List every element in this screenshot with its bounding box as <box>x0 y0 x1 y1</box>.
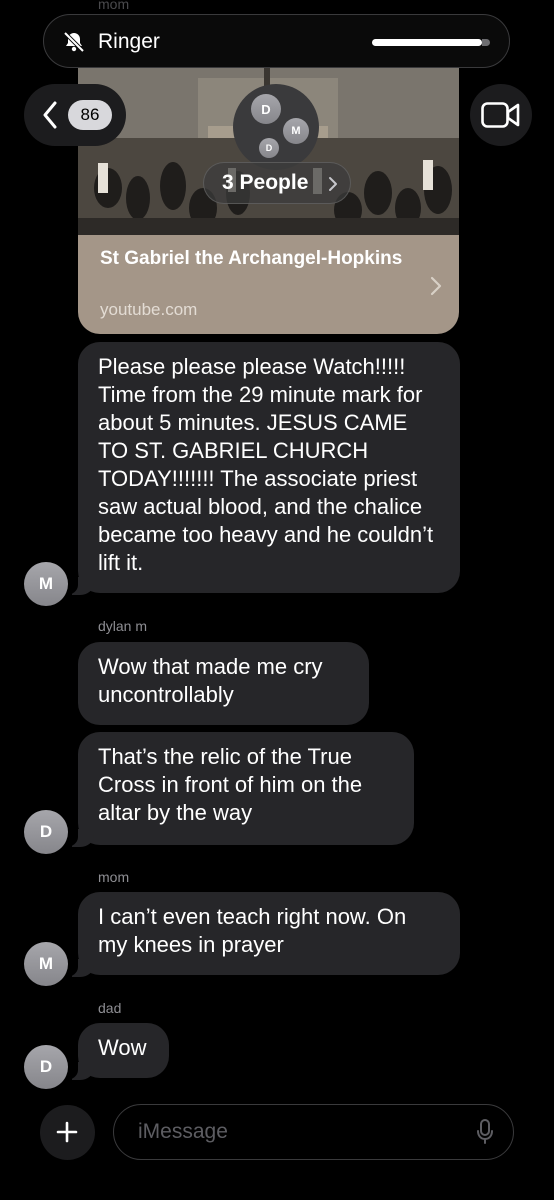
avatar[interactable]: M <box>24 942 68 986</box>
back-button[interactable]: 86 <box>24 84 126 146</box>
avatar[interactable]: D <box>24 810 68 854</box>
link-title: St Gabriel the Archangel-Hopkins <box>100 248 403 269</box>
group-details-button[interactable]: 3 People <box>203 162 351 204</box>
ringer-volume-bar <box>372 39 490 46</box>
ringer-label: Ringer <box>98 30 160 53</box>
chevron-right-icon <box>430 276 442 296</box>
group-label: 3 People <box>222 171 309 194</box>
bell-slash-icon <box>63 31 85 53</box>
top-sender-name: mom <box>98 0 130 12</box>
avatar: D <box>259 138 279 158</box>
sender-name: dylan m <box>98 618 148 634</box>
bubble-tail <box>62 827 94 847</box>
message-text: That’s the relic of the True Cross in fr… <box>98 744 363 825</box>
message-text: Please please please Watch!!!!! Time fro… <box>98 354 434 575</box>
group-avatar[interactable]: D M D <box>233 84 319 170</box>
ringer-banner: Ringer <box>43 14 510 68</box>
message-bubble[interactable]: Wow that made me cry uncontrollably <box>78 642 369 725</box>
bubble-tail <box>62 575 94 595</box>
message-input-placeholder: iMessage <box>138 1120 228 1143</box>
message-bubble[interactable]: I can’t even teach right now. On my knee… <box>62 892 460 977</box>
message-bubble[interactable]: That’s the relic of the True Cross in fr… <box>62 732 414 847</box>
video-camera-icon <box>481 102 520 128</box>
chevron-right-icon <box>329 177 337 191</box>
message-text: I can’t even teach right now. On my knee… <box>98 904 407 957</box>
chevron-left-icon <box>43 101 57 129</box>
message-text: Wow <box>98 1035 147 1060</box>
avatar: D <box>251 94 281 124</box>
message-bubble[interactable]: Please please please Watch!!!!! Time fro… <box>62 342 460 595</box>
avatar: M <box>283 118 309 144</box>
message-text: Wow that made me cry uncontrollably <box>98 654 323 707</box>
avatar[interactable]: M <box>24 562 68 606</box>
plus-icon <box>56 1121 78 1143</box>
message-input[interactable]: iMessage <box>113 1104 514 1160</box>
add-attachment-button[interactable] <box>40 1105 95 1160</box>
link-domain: youtube.com <box>100 300 198 319</box>
bubble-tail <box>62 957 94 977</box>
facetime-video-button[interactable] <box>470 84 532 146</box>
sender-name: mom <box>98 869 130 885</box>
bubble-tail <box>62 1060 94 1080</box>
message-bubble[interactable]: Wow <box>62 1023 169 1080</box>
microphone-icon[interactable] <box>476 1119 494 1145</box>
sender-name: dad <box>98 1000 122 1016</box>
unread-count-badge: 86 <box>68 100 112 130</box>
avatar[interactable]: D <box>24 1045 68 1089</box>
